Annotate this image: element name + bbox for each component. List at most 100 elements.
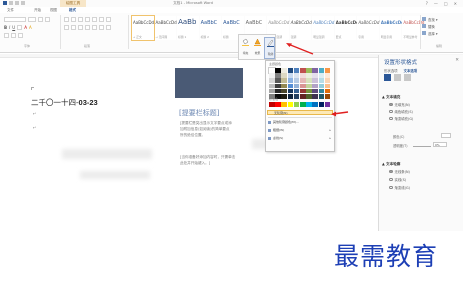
weight-item[interactable]: 粗细(W) ▸ — [267, 127, 333, 133]
outline-option-solid[interactable]: 实线(S) — [389, 177, 406, 182]
standard-color-swatch[interactable] — [287, 102, 294, 107]
theme-color-swatch[interactable] — [287, 88, 294, 94]
sidebar-text-line[interactable]: 加附加信息(如阅读)的简单要点 — [180, 127, 230, 133]
select-button[interactable]: 选择 ▾ — [422, 30, 462, 36]
theme-color-swatch[interactable] — [324, 68, 331, 73]
theme-color-swatch[interactable] — [306, 93, 312, 99]
theme-color-swatch[interactable] — [275, 78, 281, 83]
theme-color-swatch[interactable] — [312, 88, 318, 94]
theme-color-swatch[interactable] — [299, 68, 306, 73]
theme-color-swatch[interactable] — [275, 83, 281, 89]
shape-fill-button[interactable]: 填充 — [240, 37, 251, 59]
theme-color-swatch[interactable] — [293, 83, 300, 89]
shrink-font-button[interactable] — [45, 16, 50, 22]
dashes-item[interactable]: 虚线(S) ▸ — [267, 135, 333, 141]
standard-color-swatch[interactable] — [269, 102, 275, 107]
shape-effects-button[interactable]: 效果 — [252, 37, 263, 59]
theme-color-swatch[interactable] — [293, 93, 300, 99]
style-no-spacing[interactable]: AaBbCcDd → 无间隔 — [154, 16, 177, 40]
align-center-button[interactable] — [71, 24, 76, 30]
theme-color-swatch[interactable] — [293, 68, 300, 73]
theme-color-swatch[interactable] — [287, 78, 294, 83]
sidebar-text-line[interactable]: [提要栏是突出显示文字要点或添 — [180, 121, 232, 127]
shading-button[interactable] — [99, 24, 104, 30]
theme-color-swatch[interactable] — [269, 83, 275, 89]
color-picker-button[interactable] — [441, 133, 451, 138]
standard-color-swatch[interactable] — [299, 102, 306, 107]
theme-color-swatch[interactable] — [299, 73, 306, 78]
theme-color-swatch[interactable] — [281, 83, 287, 89]
theme-color-swatch[interactable] — [306, 73, 312, 78]
font-size-select[interactable] — [28, 16, 36, 22]
theme-color-swatch[interactable] — [324, 88, 331, 94]
bold-button[interactable]: B — [4, 25, 7, 30]
fill-option-gradient[interactable]: 渐变填充(G) — [389, 116, 413, 121]
style-heading-2[interactable]: AaBbC 标题 2 — [199, 16, 222, 40]
theme-color-swatch[interactable] — [287, 83, 294, 89]
theme-color-swatch[interactable] — [268, 67, 276, 74]
text-options-tab[interactable]: 文本选项 — [404, 68, 418, 73]
theme-color-swatch[interactable] — [299, 78, 306, 83]
outline-option-none[interactable]: 无线条(N) — [389, 169, 410, 174]
text-effects-button[interactable] — [11, 32, 16, 38]
font-name-select[interactable] — [4, 16, 26, 22]
style-intense-quote[interactable]: AaBbCcDd 明显引用 — [379, 16, 404, 40]
find-button[interactable]: 查找 ▾ — [422, 16, 462, 22]
sidebar-text-line[interactable]: 所的绝佳位置。 — [180, 133, 205, 139]
text-fill-section[interactable]: ▲ 文本填充 — [382, 95, 400, 100]
theme-color-swatch[interactable] — [293, 78, 300, 83]
strikethrough-button[interactable] — [17, 24, 23, 30]
theme-color-swatch[interactable] — [318, 88, 325, 94]
standard-color-swatch[interactable] — [306, 102, 312, 107]
maximize-button[interactable]: □ — [444, 1, 448, 6]
theme-color-swatch[interactable] — [269, 88, 275, 94]
theme-color-swatch[interactable] — [275, 68, 281, 73]
help-button[interactable]: ? — [426, 1, 428, 6]
underline-button[interactable]: U — [12, 25, 15, 30]
sidebar-text-line[interactable]: 此处并开始键入。] — [180, 161, 210, 167]
increase-indent-button[interactable] — [92, 16, 97, 22]
theme-color-swatch[interactable] — [287, 93, 294, 99]
theme-color-swatch[interactable] — [312, 83, 318, 89]
clear-format-button[interactable] — [4, 32, 9, 38]
theme-color-swatch[interactable] — [312, 68, 318, 73]
theme-color-swatch[interactable] — [299, 93, 306, 99]
theme-color-swatch[interactable] — [269, 73, 275, 78]
theme-color-swatch[interactable] — [269, 78, 275, 83]
decrease-indent-button[interactable] — [85, 16, 90, 22]
standard-color-swatch[interactable] — [318, 102, 325, 107]
justify-button[interactable] — [85, 24, 90, 30]
theme-color-swatch[interactable] — [318, 83, 325, 89]
theme-color-swatch[interactable] — [312, 73, 318, 78]
shape-options-tab[interactable]: 形状选项 — [384, 68, 398, 73]
fill-option-solid[interactable]: 纯色填充(S) — [389, 109, 413, 114]
numbering-button[interactable] — [71, 16, 76, 22]
transparency-slider[interactable] — [413, 142, 431, 147]
sidebar-text-line[interactable]: [当你准备好添加内容时，只需单击 — [180, 155, 235, 161]
pane-close-button[interactable]: ✕ — [455, 58, 459, 63]
theme-color-swatch[interactable] — [275, 88, 281, 94]
style-intense-emphasis[interactable]: AaBbCcDd 明显强调 — [312, 16, 334, 40]
theme-color-swatch[interactable] — [318, 68, 325, 73]
bullets-button[interactable] — [64, 16, 69, 22]
theme-color-swatch[interactable] — [293, 88, 300, 94]
theme-color-swatch[interactable] — [281, 93, 287, 99]
standard-color-swatch[interactable] — [293, 102, 300, 107]
standard-color-swatch[interactable] — [312, 102, 318, 107]
theme-color-swatch[interactable] — [275, 73, 281, 78]
style-normal[interactable]: AaBbCcDd → 正文 — [131, 15, 155, 41]
theme-color-swatch[interactable] — [281, 78, 287, 83]
sidebar-title[interactable]: [提要栏标题] — [179, 108, 219, 118]
theme-color-swatch[interactable] — [281, 73, 287, 78]
text-fill-icon[interactable] — [384, 74, 391, 81]
theme-color-swatch[interactable] — [281, 88, 287, 94]
redo-icon[interactable] — [21, 1, 25, 5]
text-outline-section[interactable]: ▲ 文本轮廓 — [382, 162, 400, 167]
header-image[interactable] — [175, 68, 243, 98]
shape-outline-button[interactable]: 轮廓 — [264, 37, 275, 59]
align-right-button[interactable] — [78, 24, 83, 30]
theme-color-swatch[interactable] — [287, 68, 294, 73]
theme-color-swatch[interactable] — [318, 73, 325, 78]
theme-color-swatch[interactable] — [299, 83, 306, 89]
fill-option-none[interactable]: 无填充(N) — [389, 102, 410, 107]
